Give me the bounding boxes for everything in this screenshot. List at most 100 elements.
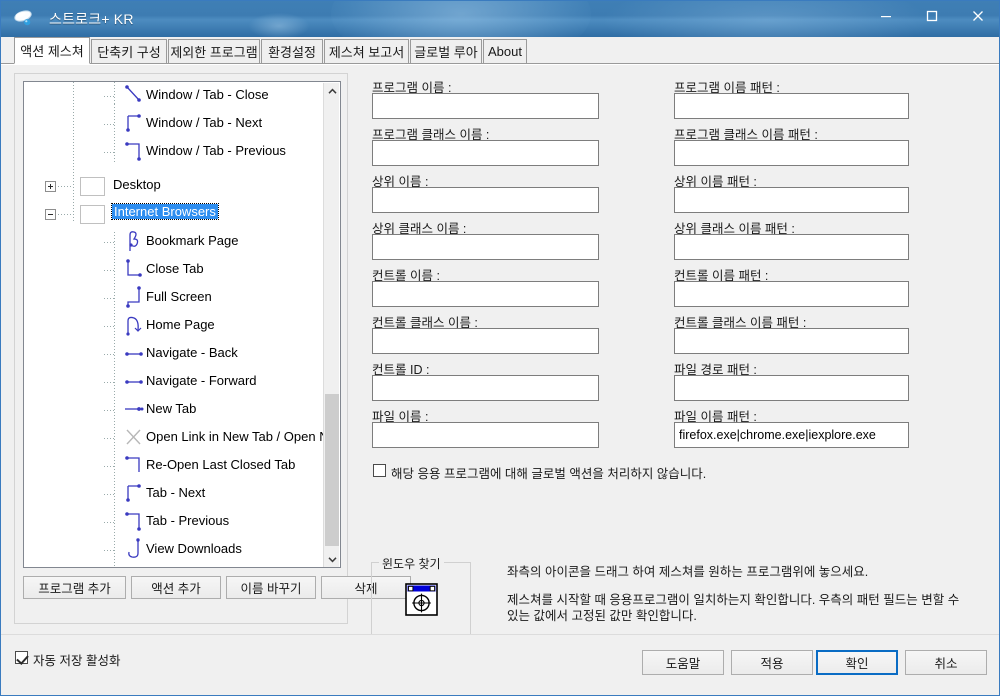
- tab-gesture-report[interactable]: 제스쳐 보고서: [324, 39, 409, 64]
- tree-item-tab-next[interactable]: Tab - Next: [24, 480, 325, 508]
- folder-icon: [80, 205, 105, 224]
- tree-item-window-tab-next[interactable]: Window / Tab - Next: [24, 110, 325, 138]
- expander-plus-icon[interactable]: [45, 181, 56, 192]
- control-name-input[interactable]: [372, 281, 599, 307]
- program-class-name-pattern-input[interactable]: [674, 140, 909, 166]
- maximize-icon[interactable]: [909, 1, 955, 31]
- global-action-checkbox[interactable]: [373, 464, 386, 477]
- parent-name-pattern-input[interactable]: [674, 187, 909, 213]
- tree-item-label: Close Tab: [146, 261, 204, 276]
- tree-item-navigate-back[interactable]: Navigate - Back: [24, 340, 325, 368]
- autosave-checkbox-label: 자동 저장 활성화: [33, 654, 121, 668]
- chevron-up-icon[interactable]: [324, 83, 340, 100]
- file-name-input[interactable]: [372, 422, 599, 448]
- tree-item-full-screen[interactable]: Full Screen: [24, 284, 325, 312]
- tree-item-new-tab[interactable]: New Tab: [24, 396, 325, 424]
- tab-action-gestures[interactable]: 액션 제스쳐: [14, 37, 90, 64]
- gesture-tree-items: Window / Tab - Close Window / Tab - Next: [24, 82, 325, 567]
- program-name-pattern-input[interactable]: [674, 93, 909, 119]
- tree-connector: [104, 494, 116, 495]
- tree-item-internet-browsers[interactable]: Internet Browsers: [24, 200, 325, 228]
- gesture-tree-panel: Window / Tab - Close Window / Tab - Next: [14, 73, 411, 624]
- application-window: 스트로크+ KR 액션 제스쳐 단축키 구성 제외한 프로그램 환경설정 제스쳐…: [0, 0, 1000, 696]
- file-name-pattern-input[interactable]: firefox.exe|chrome.exe|iexplore.exe: [674, 422, 909, 448]
- program-name-input[interactable]: [372, 93, 599, 119]
- window-title: 스트로크+ KR: [49, 11, 134, 27]
- gesture-tree[interactable]: Window / Tab - Close Window / Tab - Next: [23, 81, 341, 568]
- rename-button[interactable]: 이름 바꾸기: [226, 576, 316, 599]
- file-path-pattern-input[interactable]: [674, 375, 909, 401]
- tree-item-label: Bookmark Page: [146, 233, 239, 248]
- tree-item-label: Home Page: [146, 317, 215, 332]
- tree-item-label: Tab - Next: [146, 485, 206, 500]
- add-action-button[interactable]: 액션 추가: [131, 576, 221, 599]
- tree-connector: [58, 186, 72, 187]
- control-id-input[interactable]: [372, 375, 599, 401]
- tree-connector: [104, 242, 116, 243]
- title-bar: 스트로크+ KR: [1, 1, 999, 37]
- description-line-1: 좌측의 아이콘을 드래그 하여 제스쳐를 원하는 프로그램위에 놓으세요.: [507, 565, 869, 579]
- apply-button[interactable]: 적용: [731, 650, 813, 675]
- tree-item-window-tab-previous[interactable]: Window / Tab - Previous: [24, 138, 325, 166]
- tree-item-window-tab-close[interactable]: Window / Tab - Close: [24, 82, 325, 110]
- window-finder-target-icon[interactable]: [405, 583, 438, 616]
- tree-item-label: Window / Tab - Previous: [146, 143, 286, 158]
- tree-item-tab-previous[interactable]: Tab - Previous: [24, 508, 325, 536]
- parent-class-name-input[interactable]: [372, 234, 599, 260]
- tree-item-label-selected: Internet Browsers: [111, 203, 219, 220]
- tree-item-open-link-new-tab[interactable]: Open Link in New Tab / Open New Tab: [24, 424, 325, 452]
- program-class-name-input[interactable]: [372, 140, 599, 166]
- tree-item-label: Tab - Previous: [146, 513, 230, 528]
- tree-connector: [104, 96, 116, 97]
- tree-connector: [104, 466, 116, 467]
- expander-minus-icon[interactable]: [45, 209, 56, 220]
- tree-connector: [58, 214, 72, 215]
- scrollbar-thumb[interactable]: [325, 394, 339, 546]
- tree-connector: [104, 550, 116, 551]
- titlebar-glow-decoration: [331, 1, 591, 37]
- parent-name-input[interactable]: [372, 187, 599, 213]
- control-class-name-input[interactable]: [372, 328, 599, 354]
- tab-about[interactable]: About: [483, 39, 527, 64]
- tree-item-desktop[interactable]: Desktop: [24, 172, 325, 200]
- tree-item-close-tab[interactable]: Close Tab: [24, 256, 325, 284]
- stroke-app-icon: [13, 8, 37, 30]
- control-class-name-pattern-input[interactable]: [674, 328, 909, 354]
- autosave-checkbox[interactable]: [15, 651, 28, 664]
- description-line-2b: 있는 값에서 고정된 값만 확인합니다.: [507, 609, 697, 623]
- tree-item-label: New Tab: [146, 401, 197, 416]
- cancel-button[interactable]: 취소: [905, 650, 987, 675]
- parent-class-name-pattern-input[interactable]: [674, 234, 909, 260]
- tree-item-label: Open Link in New Tab / Open New Tab: [146, 429, 325, 444]
- stroke-z-icon: [120, 565, 148, 567]
- help-button[interactable]: 도움말: [642, 650, 724, 675]
- tree-item-label: Navigate - Forward: [146, 373, 257, 388]
- stroke-j-hook-icon: [120, 537, 148, 567]
- tree-item-bookmark-page[interactable]: Bookmark Page: [24, 228, 325, 256]
- tab-hotkey-config[interactable]: 단축키 구성: [91, 39, 167, 64]
- global-action-checkbox-label: 해당 응용 프로그램에 대해 글로벌 액션을 처리하지 않습니다.: [391, 467, 707, 481]
- tree-item-zoom-in[interactable]: Zoom In: [24, 564, 325, 567]
- ok-button[interactable]: 확인: [816, 650, 898, 675]
- tree-connector: [104, 152, 116, 153]
- tree-item-reopen-last-closed-tab[interactable]: Re-Open Last Closed Tab: [24, 452, 325, 480]
- chevron-down-icon[interactable]: [324, 551, 340, 567]
- tree-connector: [104, 522, 116, 523]
- add-program-button[interactable]: 프로그램 추가: [23, 576, 126, 599]
- tree-item-label: Desktop: [113, 177, 161, 192]
- main-content: Window / Tab - Close Window / Tab - Next: [1, 64, 999, 666]
- tab-global-lua[interactable]: 글로벌 루아: [410, 39, 482, 64]
- tree-item-home-page[interactable]: Home Page: [24, 312, 325, 340]
- tree-item-label: Window / Tab - Close: [146, 87, 269, 102]
- tree-connector: [104, 124, 116, 125]
- control-name-pattern-input[interactable]: [674, 281, 909, 307]
- tree-scrollbar[interactable]: [323, 83, 340, 567]
- minimize-icon[interactable]: [863, 1, 909, 31]
- tab-excluded-programs[interactable]: 제외한 프로그램: [168, 39, 260, 64]
- tab-preferences[interactable]: 환경설정: [261, 39, 323, 64]
- tree-item-label: Re-Open Last Closed Tab: [146, 457, 296, 472]
- tree-item-navigate-forward[interactable]: Navigate - Forward: [24, 368, 325, 396]
- close-icon[interactable]: [955, 1, 999, 31]
- tree-connector: [104, 438, 116, 439]
- tree-item-view-downloads[interactable]: View Downloads: [24, 536, 325, 564]
